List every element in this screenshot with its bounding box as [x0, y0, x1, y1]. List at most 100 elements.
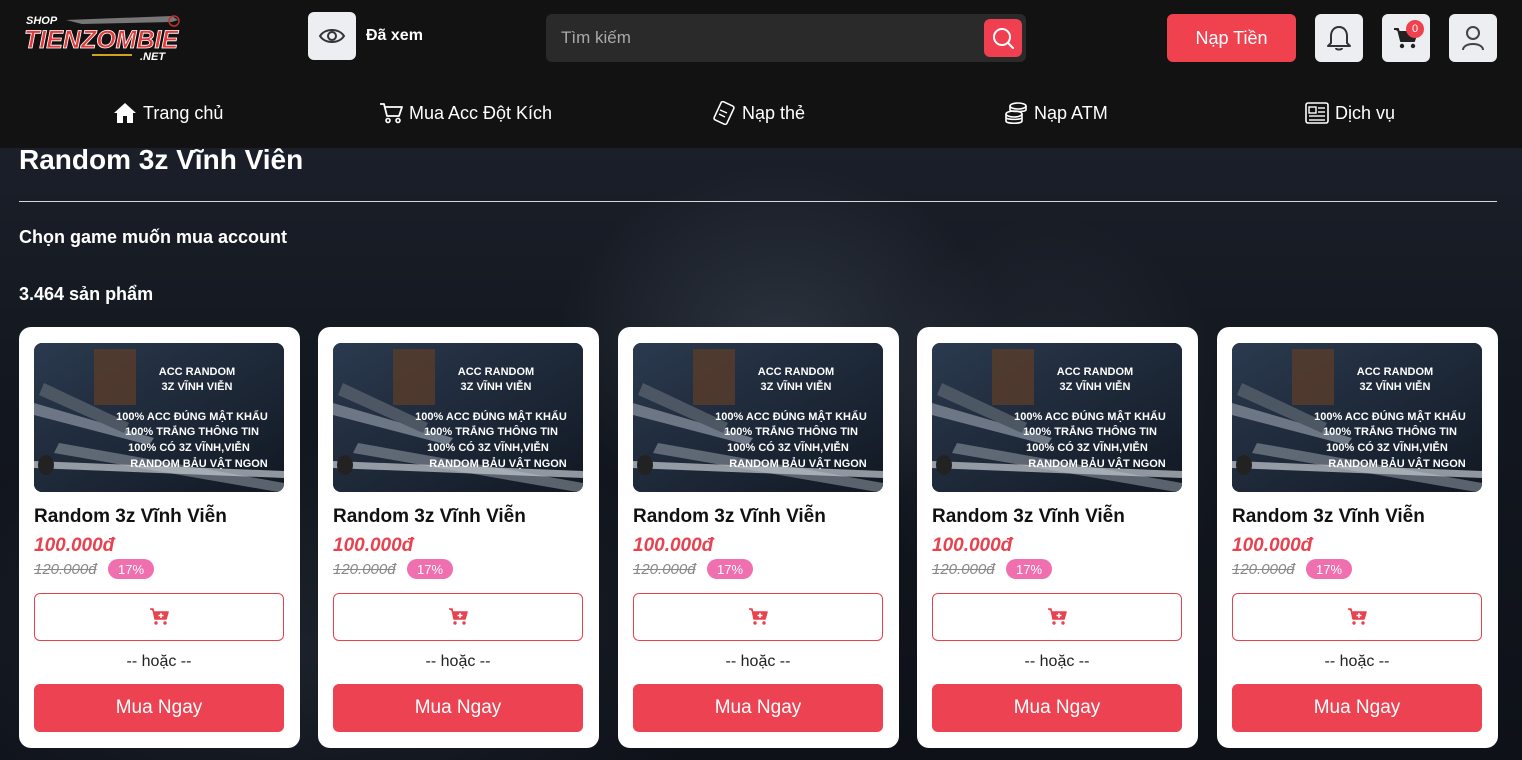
svg-text:ACC RANDOM: ACC RANDOM — [1057, 366, 1133, 378]
viewed-label[interactable]: Đã xem — [366, 27, 423, 45]
svg-text:100% CÓ 3Z VĨNH,VIỄN: 100% CÓ 3Z VĨNH,VIỄN — [427, 441, 549, 454]
discount-badge: 17% — [407, 559, 454, 579]
nav-label: Trang chủ — [143, 102, 224, 123]
or-separator: -- hoặc -- — [1024, 653, 1090, 670]
page-title: Random 3z Vĩnh Viên — [19, 144, 304, 175]
search-icon — [993, 28, 1015, 50]
coins-icon — [1005, 102, 1027, 125]
product-old-price: 120.000đ — [932, 561, 995, 578]
svg-text:.NET: .NET — [140, 51, 166, 62]
svg-text:3Z VĨNH VIỄN: 3Z VĨNH VIỄN — [162, 380, 233, 393]
user-icon — [1462, 26, 1484, 51]
or-separator: -- hoặc -- — [126, 653, 192, 670]
product-thumbnail[interactable]: ACC RANDOM 3Z VĨNH VIỄN 100% ACC ĐÚNG MẬT … — [932, 343, 1182, 492]
product-title[interactable]: Random 3z Vĩnh Viễn — [1232, 506, 1425, 528]
site-logo[interactable]: SHOP TIENZOMBIE .NET — [22, 12, 188, 62]
discount-badge: 17% — [707, 559, 754, 579]
nav-item-card-topup[interactable]: Nạp thẻ — [712, 100, 805, 126]
product-card[interactable]: ACC RANDOM 3Z VĨNH VIỄN 100% ACC ĐÚNG MẬT … — [618, 327, 899, 748]
eye-icon — [318, 29, 346, 43]
product-count: 3.464 sản phẩm — [19, 284, 154, 304]
svg-text:100% CÓ 3Z VĨNH,VIỄN: 100% CÓ 3Z VĨNH,VIỄN — [1026, 441, 1148, 454]
product-thumbnail[interactable]: ACC RANDOM 3Z VĨNH VIỄN 100% ACC ĐÚNG MẬT … — [333, 343, 583, 492]
svg-text:100% ACC ĐÚNG MẬT KHẨU: 100% ACC ĐÚNG MẬT KHẨU — [1314, 410, 1466, 423]
add-to-cart-button[interactable] — [932, 593, 1182, 641]
svg-text:ACC RANDOM: ACC RANDOM — [159, 366, 235, 378]
svg-text:100% TRẮNG THÔNG TIN: 100% TRẮNG THÔNG TIN — [724, 425, 858, 438]
product-card[interactable]: ACC RANDOM 3Z VĨNH VIỄN 100% ACC ĐÚNG MẬT … — [19, 327, 300, 748]
search-input[interactable] — [546, 14, 976, 62]
svg-text:100% TRẮNG THÔNG TIN: 100% TRẮNG THÔNG TIN — [1323, 425, 1457, 438]
product-title[interactable]: Random 3z Vĩnh Viễn — [932, 506, 1125, 528]
svg-text:ACC RANDOM: ACC RANDOM — [758, 366, 834, 378]
svg-text:3Z VĨNH VIỄN: 3Z VĨNH VIỄN — [1060, 380, 1131, 393]
nav-label: Mua Acc Đột Kích — [409, 102, 553, 123]
buy-now-button[interactable]: Mua Ngay — [34, 684, 284, 732]
svg-text:100% TRẮNG THÔNG TIN: 100% TRẮNG THÔNG TIN — [424, 425, 558, 438]
svg-text:RANDOM BẢU VẬT NGON: RANDOM BẢU VẬT NGON — [130, 457, 268, 470]
nav-item-home[interactable]: Trang chủ — [113, 100, 223, 126]
product-price: 100.000đ — [1232, 535, 1313, 556]
product-price: 100.000đ — [633, 535, 714, 556]
add-to-cart-icon — [749, 608, 768, 625]
product-card[interactable]: ACC RANDOM 3Z VĨNH VIỄN 100% ACC ĐÚNG MẬT … — [917, 327, 1198, 748]
notifications-button[interactable] — [1315, 14, 1363, 62]
news-icon — [1305, 102, 1329, 124]
buy-now-button[interactable]: Mua Ngay — [333, 684, 583, 732]
svg-text:ACC RANDOM: ACC RANDOM — [458, 366, 534, 378]
main-nav: Trang chủ Mua Acc Đột Kích Nạp thẻ Nạp A… — [0, 78, 1522, 148]
product-title[interactable]: Random 3z Vĩnh Viễn — [633, 506, 826, 528]
nav-label: Nạp ATM — [1034, 102, 1108, 123]
viewed-button[interactable] — [308, 12, 356, 60]
add-to-cart-button[interactable] — [34, 593, 284, 641]
svg-text:3Z VĨNH VIỄN: 3Z VĨNH VIỄN — [1360, 380, 1431, 393]
home-icon — [114, 103, 136, 123]
product-card[interactable]: ACC RANDOM 3Z VĨNH VIỄN 100% ACC ĐÚNG MẬT … — [1217, 327, 1498, 748]
product-title[interactable]: Random 3z Vĩnh Viễn — [333, 506, 526, 528]
add-to-cart-button[interactable] — [333, 593, 583, 641]
search-button[interactable] — [984, 19, 1022, 57]
svg-text:100% TRẮNG THÔNG TIN: 100% TRẮNG THÔNG TIN — [125, 425, 259, 438]
nav-item-services[interactable]: Dịch vụ — [1305, 100, 1395, 126]
product-title[interactable]: Random 3z Vĩnh Viễn — [34, 506, 227, 528]
choose-game-label: Chọn game muốn mua account — [19, 227, 288, 247]
product-price: 100.000đ — [333, 535, 414, 556]
product-thumbnail[interactable]: ACC RANDOM 3Z VĨNH VIỄN 100% ACC ĐÚNG MẬT … — [1232, 343, 1482, 492]
add-to-cart-button[interactable] — [633, 593, 883, 641]
top-bar: SHOP TIENZOMBIE .NET Đã xem Nạp Tiền — [0, 0, 1522, 78]
product-thumbnail[interactable]: ACC RANDOM 3Z VĨNH VIỄN 100% ACC ĐÚNG MẬT … — [34, 343, 284, 492]
or-separator: -- hoặc -- — [425, 653, 491, 670]
or-separator: -- hoặc -- — [725, 653, 791, 670]
nav-label: Dịch vụ — [1335, 102, 1396, 123]
svg-text:TIENZOMBIE: TIENZOMBIE — [24, 26, 179, 54]
add-to-cart-icon — [449, 608, 468, 625]
nav-item-buy-acc[interactable]: Mua Acc Đột Kích — [379, 100, 552, 126]
cart-button[interactable]: 0 — [1382, 14, 1430, 62]
product-thumbnail[interactable]: ACC RANDOM 3Z VĨNH VIỄN 100% ACC ĐÚNG MẬT … — [633, 343, 883, 492]
add-to-cart-icon — [1348, 608, 1367, 625]
nav-item-atm-topup[interactable]: Nạp ATM — [1004, 100, 1108, 126]
topup-button[interactable]: Nạp Tiền — [1167, 14, 1296, 62]
account-button[interactable] — [1449, 14, 1497, 62]
svg-text:100% ACC ĐÚNG MẬT KHẨU: 100% ACC ĐÚNG MẬT KHẨU — [415, 410, 567, 423]
buy-now-button[interactable]: Mua Ngay — [932, 684, 1182, 732]
product-old-price: 120.000đ — [1232, 561, 1295, 578]
product-old-price: 120.000đ — [333, 561, 396, 578]
buy-now-button[interactable]: Mua Ngay — [1232, 684, 1482, 732]
add-to-cart-button[interactable] — [1232, 593, 1482, 641]
nav-label: Nạp thẻ — [742, 102, 806, 123]
product-price: 100.000đ — [932, 535, 1013, 556]
cart-icon — [380, 103, 403, 124]
discount-badge: 17% — [108, 559, 155, 579]
svg-text:100% CÓ 3Z VĨNH,VIỄN: 100% CÓ 3Z VĨNH,VIỄN — [128, 441, 250, 454]
svg-text:RANDOM BẢU VẬT NGON: RANDOM BẢU VẬT NGON — [729, 457, 867, 470]
svg-text:100% ACC ĐÚNG MẬT KHẨU: 100% ACC ĐÚNG MẬT KHẨU — [116, 410, 268, 423]
card-icon — [713, 101, 735, 125]
svg-text:RANDOM BẢU VẬT NGON: RANDOM BẢU VẬT NGON — [429, 457, 567, 470]
search-bar — [546, 14, 1026, 62]
discount-badge: 17% — [1306, 559, 1353, 579]
bell-icon — [1327, 26, 1351, 51]
add-to-cart-icon — [1048, 608, 1067, 625]
buy-now-button[interactable]: Mua Ngay — [633, 684, 883, 732]
product-card[interactable]: ACC RANDOM 3Z VĨNH VIỄN 100% ACC ĐÚNG MẬT … — [318, 327, 599, 748]
